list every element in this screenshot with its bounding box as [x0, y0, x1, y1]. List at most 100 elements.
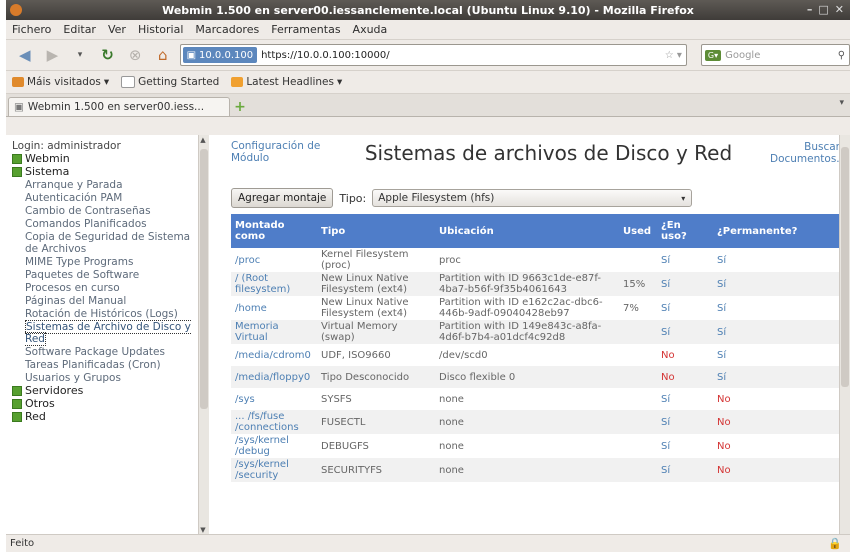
back-icon[interactable]: ◀ [14, 44, 36, 66]
mount-link[interactable]: /home [235, 303, 267, 314]
home-icon[interactable]: ⌂ [152, 44, 174, 66]
menu-ver[interactable]: Ver [108, 23, 126, 36]
col-in-use[interactable]: ¿En uso? [657, 214, 713, 248]
category-sistema[interactable]: Sistema [12, 166, 198, 178]
sidebar-item-filesystems[interactable]: Sistemas de Archivo de Disco y Red [12, 320, 198, 346]
col-permanent[interactable]: ¿Permanente? [713, 214, 840, 248]
menu-fichero[interactable]: Fichero [12, 23, 51, 36]
sidebar-item-mime[interactable]: MIME Type Programs [12, 256, 198, 268]
mount-cell[interactable]: /home [231, 296, 317, 320]
sidebar-item-arranque[interactable]: Arranque y Parada [12, 179, 198, 191]
mount-link[interactable]: /media/floppy0 [235, 372, 310, 383]
category-servidores[interactable]: Servidores [12, 385, 198, 397]
category-red[interactable]: Red [12, 411, 198, 423]
col-mounted-as[interactable]: Montado como [231, 214, 317, 248]
sidebar-item-updates[interactable]: Software Package Updates [12, 346, 198, 358]
site-identity[interactable]: ▣ 10.0.0.100 [182, 47, 258, 63]
mount-link[interactable]: /sys/kernel /debug [235, 435, 289, 457]
maximize-icon[interactable]: □ [818, 3, 828, 16]
mount-cell[interactable]: Memoria Virtual [231, 320, 317, 344]
search-icon[interactable]: ⚲ [838, 50, 845, 61]
rss-icon [231, 77, 244, 87]
stop-icon[interactable]: ⊗ [124, 44, 146, 66]
col-used[interactable]: Used [619, 214, 657, 248]
bookmark-label: Máis visitados [27, 76, 101, 88]
minimize-icon[interactable]: – [807, 3, 813, 16]
permanent-cell: Sí [717, 302, 727, 314]
mount-cell[interactable]: /sys/kernel /security [231, 458, 317, 482]
menu-historial[interactable]: Historial [138, 23, 183, 36]
category-label: Red [25, 410, 46, 423]
sidebar-item-processes[interactable]: Procesos en curso [12, 282, 198, 294]
sidebar-item-packages[interactable]: Paquetes de Software [12, 269, 198, 281]
bookmark-label: Getting Started [138, 76, 220, 88]
scroll-down-icon[interactable]: ▼ [200, 526, 205, 534]
forward-icon[interactable]: ▶ [42, 44, 64, 66]
sidebar-item-cron[interactable]: Tareas Planificadas (Cron) [12, 359, 198, 371]
search-docs-link[interactable]: Buscar Documentos.. [770, 141, 843, 165]
mount-cell[interactable]: /media/floppy0 [231, 366, 317, 388]
mount-link[interactable]: /proc [235, 255, 260, 266]
sidebar-item-passwords[interactable]: Cambio de Contraseñas [12, 205, 198, 217]
sidebar-item-pam[interactable]: Autenticación PAM [12, 192, 198, 204]
used-cell [619, 320, 657, 344]
table-row: /media/cdrom0 UDF, ISO9660 /dev/scd0 No … [231, 344, 840, 366]
sidebar-scroll-thumb[interactable] [200, 149, 209, 409]
mount-cell[interactable]: /media/cdrom0 [231, 344, 317, 366]
new-tab-icon[interactable]: + [230, 98, 250, 116]
lock-icon[interactable]: 🔒 [828, 537, 842, 550]
col-location[interactable]: Ubicación [435, 214, 619, 248]
mount-cell[interactable]: /sys/kernel /debug [231, 434, 317, 458]
folder-icon [12, 77, 24, 87]
mount-link[interactable]: / (Root filesystem) [235, 273, 290, 295]
type-cell: Virtual Memory (swap) [317, 320, 435, 344]
history-dropdown-icon[interactable]: ▾ [69, 44, 91, 66]
main-scroll-thumb[interactable] [841, 147, 849, 387]
search-box[interactable]: G▾ Google ⚲ [700, 44, 850, 66]
mount-cell[interactable]: /proc [231, 248, 317, 272]
col-type[interactable]: Tipo [317, 214, 435, 248]
add-mount-button[interactable]: Agregar montaje [231, 188, 334, 208]
mount-cell[interactable]: / (Root filesystem) [231, 272, 317, 296]
status-bar: Feito 🔒 [6, 534, 850, 552]
url-bar[interactable]: ▣ 10.0.0.100 https://10.0.0.100:10000/ ☆… [179, 44, 687, 66]
page-icon [121, 76, 136, 88]
menu-editar[interactable]: Editar [63, 23, 96, 36]
login-label: Login: administrador [12, 140, 121, 152]
mount-link[interactable]: Memoria Virtual [235, 321, 279, 343]
tab-list-icon[interactable]: ▾ [839, 98, 844, 108]
sidebar-scrollbar[interactable]: ▲ ▼ [198, 135, 209, 535]
close-icon[interactable]: ✕ [835, 3, 844, 16]
mount-link[interactable]: /sys [235, 394, 255, 405]
sidebar-item-users[interactable]: Usuarios y Grupos [12, 372, 198, 384]
sidebar-item-commands[interactable]: Comandos Planificados [12, 218, 198, 230]
sidebar-item-backup[interactable]: Copia de Seguridad de Sistema de Archivo… [12, 231, 198, 255]
menu-ferramentas[interactable]: Ferramentas [271, 23, 340, 36]
table-row: /proc Kernel Filesystem (proc) proc Sí S… [231, 248, 840, 272]
sidebar-item-manual[interactable]: Páginas del Manual [12, 295, 198, 307]
filesystem-type-select[interactable]: Apple Filesystem (hfs) ▾ [372, 189, 693, 207]
type-cell: Tipo Desconocido [317, 366, 435, 388]
mount-link[interactable]: /sys/kernel /security [235, 459, 289, 481]
module-config-link[interactable]: Configuración de Módulo [231, 140, 327, 164]
scroll-up-icon[interactable]: ▲ [200, 136, 205, 144]
reload-icon[interactable]: ↻ [97, 44, 119, 66]
mount-link[interactable]: /media/cdrom0 [235, 350, 311, 361]
category-webmin[interactable]: Webmin [12, 153, 198, 165]
category-otros[interactable]: Otros [12, 398, 198, 410]
bookmark-star-icon[interactable]: ☆ ▾ [665, 50, 682, 61]
menu-axuda[interactable]: Axuda [353, 23, 388, 36]
bookmark-getting-started[interactable]: Getting Started [121, 76, 219, 88]
bookmark-latest-headlines[interactable]: Latest Headlines ▾ [231, 76, 342, 88]
bookmark-most-visited[interactable]: Máis visitados ▾ [12, 76, 109, 88]
permanent-cell: No [713, 410, 840, 434]
mount-cell[interactable]: ... /fs/fuse /connections [231, 410, 317, 434]
menu-marcadores[interactable]: Marcadores [195, 23, 259, 36]
sidebar-item-logs[interactable]: Rotación de Históricos (Logs) [12, 308, 198, 320]
menu-bar: Fichero Editar Ver Historial Marcadores … [6, 20, 850, 40]
mount-link[interactable]: ... /fs/fuse /connections [235, 411, 299, 433]
mount-cell[interactable]: /sys [231, 388, 317, 410]
main-scrollbar[interactable] [839, 135, 850, 535]
search-engine-icon[interactable]: G▾ [704, 49, 722, 61]
tab-webmin[interactable]: ▣ Webmin 1.500 en server00.iess... [8, 97, 230, 116]
